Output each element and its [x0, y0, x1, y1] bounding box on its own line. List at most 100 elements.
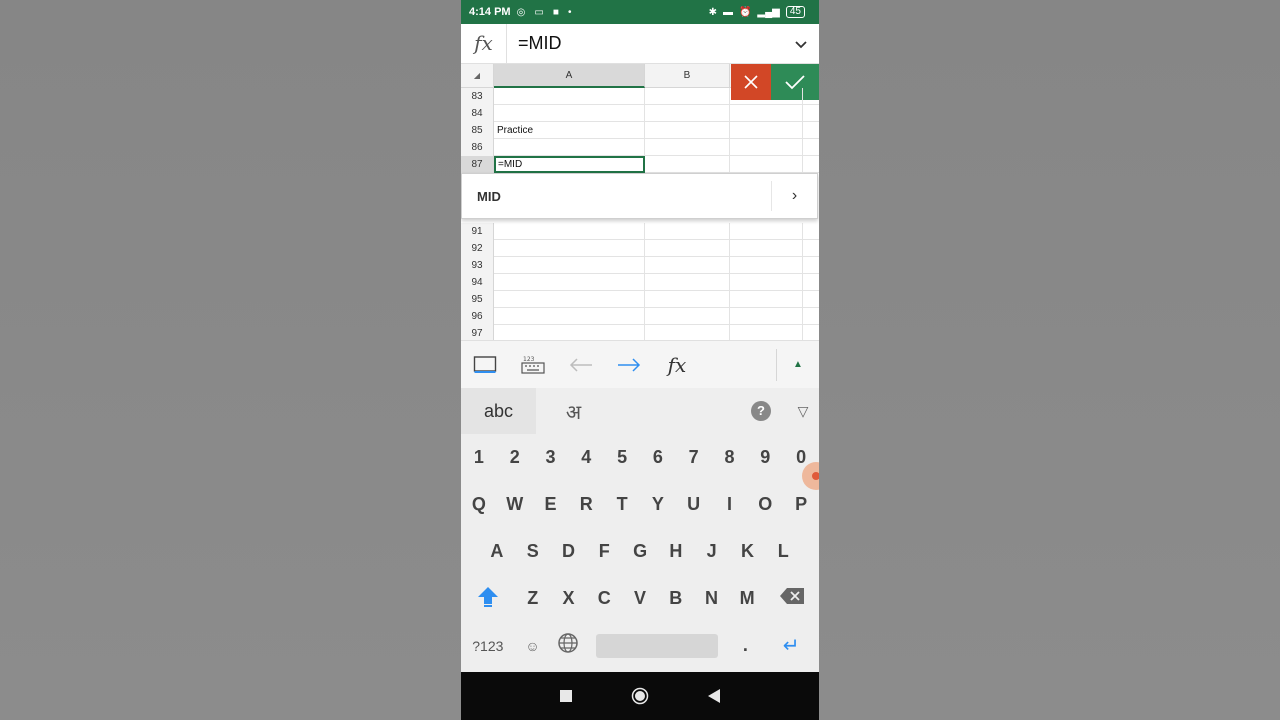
cell-b[interactable] — [645, 122, 730, 139]
cell-b[interactable] — [645, 291, 730, 308]
row-number[interactable]: 84 — [461, 105, 494, 122]
key[interactable]: M — [729, 588, 765, 609]
key[interactable]: G — [622, 541, 658, 562]
fx-icon[interactable]: fx — [461, 23, 507, 64]
key[interactable]: S — [515, 541, 551, 562]
enter-icon[interactable]: ↵ — [763, 633, 819, 658]
key[interactable]: Y — [640, 494, 676, 515]
row-number[interactable]: 92 — [461, 240, 494, 257]
cell-c[interactable] — [730, 325, 803, 340]
language-abc-button[interactable]: abc — [461, 388, 536, 434]
key[interactable]: F — [586, 541, 622, 562]
cell-c[interactable] — [730, 223, 803, 240]
cell-c[interactable] — [730, 274, 803, 291]
key[interactable]: 6 — [640, 447, 676, 468]
backspace-key[interactable] — [765, 587, 819, 610]
cell-b[interactable] — [645, 88, 730, 105]
cell-b[interactable] — [645, 257, 730, 274]
home-icon[interactable] — [603, 687, 677, 705]
row-number[interactable]: 86 — [461, 139, 494, 156]
cell-b[interactable] — [645, 223, 730, 240]
key[interactable]: H — [658, 541, 694, 562]
cell-c[interactable] — [730, 122, 803, 139]
cell-b[interactable] — [645, 274, 730, 291]
key[interactable]: D — [551, 541, 587, 562]
cell-b[interactable] — [645, 240, 730, 257]
cell-c[interactable] — [730, 257, 803, 274]
cell-a[interactable] — [494, 274, 645, 291]
cell-c[interactable] — [730, 88, 803, 105]
insert-function-button[interactable]: fx — [653, 341, 701, 389]
hide-keyboard-icon[interactable]: ▽ — [787, 403, 819, 420]
row-number[interactable]: 83 — [461, 88, 494, 105]
cell-c[interactable] — [730, 105, 803, 122]
cell-b[interactable] — [645, 105, 730, 122]
column-header-a[interactable]: A — [494, 64, 645, 88]
numeric-keyboard-button[interactable]: 123 — [509, 341, 557, 389]
formula-input[interactable]: =MID — [507, 33, 783, 54]
cell-a[interactable] — [494, 88, 645, 105]
key[interactable]: 7 — [676, 447, 712, 468]
active-cell-a[interactable]: =MID — [494, 156, 645, 173]
row-number[interactable]: 87 — [461, 156, 494, 173]
help-icon[interactable]: ? — [751, 401, 771, 421]
period-key[interactable]: . — [728, 635, 764, 656]
key[interactable]: T — [604, 494, 640, 515]
row-number[interactable]: 93 — [461, 257, 494, 274]
cell-c[interactable] — [730, 240, 803, 257]
key[interactable]: A — [479, 541, 515, 562]
key[interactable]: O — [747, 494, 783, 515]
key[interactable]: I — [712, 494, 748, 515]
column-header-b[interactable]: B — [645, 64, 730, 88]
cell-b[interactable] — [645, 308, 730, 325]
key[interactable]: E — [533, 494, 569, 515]
chevron-right-icon[interactable]: › — [771, 181, 817, 211]
chevron-down-icon[interactable] — [783, 36, 819, 52]
cell-b[interactable] — [645, 156, 730, 173]
cell-a[interactable] — [494, 308, 645, 325]
key[interactable]: 4 — [568, 447, 604, 468]
key[interactable]: 2 — [497, 447, 533, 468]
select-all-corner[interactable]: ◢ — [461, 64, 494, 88]
cell-c[interactable] — [730, 308, 803, 325]
symbols-key[interactable]: ?123 — [461, 638, 515, 654]
key[interactable]: K — [730, 541, 766, 562]
key[interactable]: 8 — [712, 447, 748, 468]
forward-arrow-button[interactable] — [605, 341, 653, 389]
back-icon[interactable] — [677, 689, 751, 703]
emoji-icon[interactable]: ☺ — [515, 638, 551, 654]
key[interactable]: 9 — [747, 447, 783, 468]
cell-a[interactable]: Practice — [494, 122, 645, 139]
cell-a[interactable] — [494, 240, 645, 257]
shift-key[interactable] — [461, 584, 515, 613]
cell-a[interactable] — [494, 139, 645, 156]
cell-c[interactable] — [730, 139, 803, 156]
function-suggestion[interactable]: MID › — [461, 173, 818, 219]
row-number[interactable]: 97 — [461, 325, 494, 340]
cell-a[interactable] — [494, 105, 645, 122]
key[interactable]: X — [551, 588, 587, 609]
cell-c[interactable] — [730, 156, 803, 173]
key[interactable]: J — [694, 541, 730, 562]
cell-a[interactable] — [494, 291, 645, 308]
key[interactable]: Q — [461, 494, 497, 515]
cell-a[interactable] — [494, 325, 645, 340]
key[interactable]: U — [676, 494, 712, 515]
key[interactable]: P — [783, 494, 819, 515]
cell-b[interactable] — [645, 325, 730, 340]
globe-icon[interactable] — [550, 632, 586, 659]
key[interactable]: W — [497, 494, 533, 515]
key[interactable]: N — [694, 588, 730, 609]
cell-a[interactable] — [494, 223, 645, 240]
key[interactable]: 3 — [533, 447, 569, 468]
row-number[interactable]: 94 — [461, 274, 494, 291]
expand-up-icon[interactable]: ▲ — [777, 359, 819, 370]
recents-icon[interactable] — [529, 690, 603, 702]
back-arrow-button[interactable] — [557, 341, 605, 389]
suggestion-function-name[interactable]: MID — [462, 189, 771, 204]
row-number[interactable]: 96 — [461, 308, 494, 325]
language-hindi-button[interactable]: अ — [536, 398, 611, 425]
select-cell-button[interactable] — [461, 341, 509, 389]
key[interactable]: R — [568, 494, 604, 515]
cell-a[interactable] — [494, 257, 645, 274]
